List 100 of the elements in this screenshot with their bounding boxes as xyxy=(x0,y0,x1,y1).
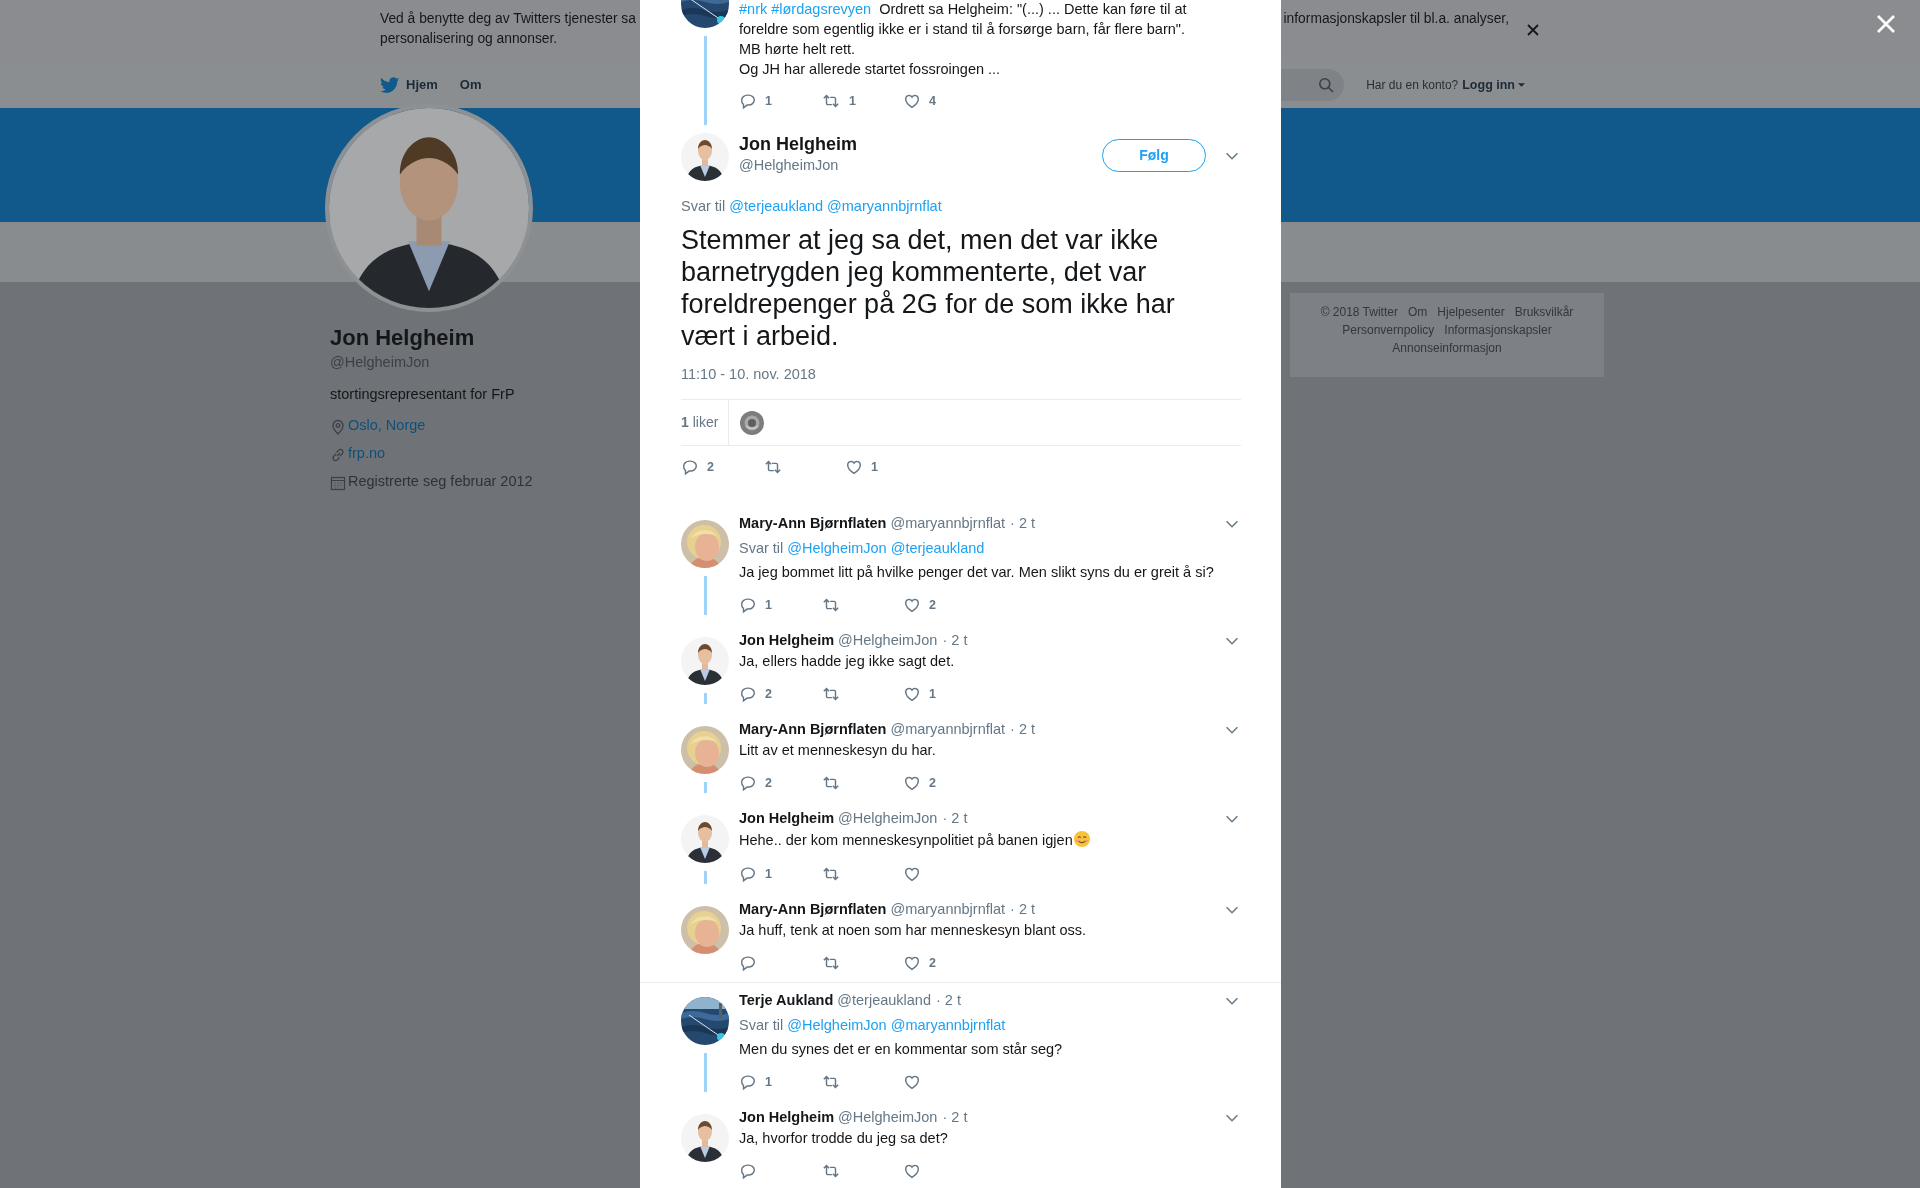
hashtag-link[interactable]: #nrk xyxy=(739,1,768,17)
heart-icon xyxy=(903,92,921,110)
like-button[interactable]: 2 xyxy=(903,595,985,615)
nav-link[interactable]: Om xyxy=(459,75,482,95)
author-handle: @maryannbjrnflat xyxy=(890,900,1006,920)
mention-link[interactable]: @terjeaukland xyxy=(729,196,824,216)
author-name[interactable]: Mary-Ann Bjørnflaten xyxy=(739,719,887,741)
retweet-icon xyxy=(821,92,841,110)
retweet-button[interactable]: 1 xyxy=(821,91,903,111)
author-name[interactable]: Jon Helgheim xyxy=(739,808,835,830)
search-icon xyxy=(1318,77,1335,93)
author-name[interactable]: Mary-Ann Bjørnflaten xyxy=(739,513,887,535)
author-handle: @HelgheimJon xyxy=(739,156,840,175)
thread-line xyxy=(703,576,707,615)
hashtag-link[interactable]: #lørdagsrevyen xyxy=(771,1,872,17)
author-handle: @HelgheimJon xyxy=(838,631,938,651)
author-name[interactable]: Jon Helgheim xyxy=(739,630,835,652)
caret-icon xyxy=(1518,83,1525,87)
retweet-icon xyxy=(821,685,841,703)
author-name[interactable]: Jon Helgheim xyxy=(739,133,858,155)
like-button[interactable]: 1 xyxy=(903,684,985,704)
tweet-text: Stemmer at jeg sa det, men det var ikke barnetrygden jeg kommenterte, det var foreldrepenger på 2G for de som ikke har vært i arbeid. xyxy=(681,224,1176,352)
link-icon xyxy=(330,447,346,463)
heart-icon xyxy=(903,954,921,972)
tweet-time[interactable]: · 2 t xyxy=(942,808,968,830)
like-button[interactable]: 2 xyxy=(903,953,985,973)
cookie-notice-text: informasjonskapsler til bl.a. analyser, xyxy=(1283,10,1509,28)
footer-link[interactable]: Om xyxy=(1407,303,1428,321)
reply-to-label: Svar til xyxy=(681,197,726,216)
author-handle: @HelgheimJon xyxy=(838,1108,938,1128)
tweet-text: #nrk #lørdagsrevyen Ordrett sa Helgheim: "(...) ... Dette kan føre til at foreldre som egentlig ikke er i stand til å forsørge barn, får flere barn". MB hørte helt rett. Og JH har allerede startet fossroingen ... xyxy=(739,0,1188,79)
footer-link[interactable]: Hjelpesenter xyxy=(1437,303,1505,321)
reply-to-label: Svar til xyxy=(739,539,784,558)
nav-link[interactable]: Hjem xyxy=(380,75,438,95)
tweet-time[interactable]: · 2 t xyxy=(1010,899,1036,921)
heart-icon xyxy=(903,1073,921,1091)
author-handle: @HelgheimJon xyxy=(838,809,938,829)
tweet-text: Ja, ellers hadde jeg ikke sagt det. xyxy=(739,652,956,671)
reply-button[interactable]: 2 xyxy=(681,457,763,477)
reply-icon xyxy=(739,774,757,792)
tweet-timestamp: 11:10 - 10. nov. 2018 xyxy=(681,365,817,384)
author-name[interactable]: Mary-Ann Bjørnflaten xyxy=(739,899,887,921)
footer-link[interactable]: Annonseinformasjon xyxy=(1392,339,1502,357)
tweet-time[interactable]: · 2 t xyxy=(1010,513,1036,535)
cookie-notice-text: Ved å benytte deg av Twitters tjenester sa xyxy=(380,10,636,28)
mention-link[interactable]: @HelgheimJon xyxy=(787,1015,887,1035)
author-name[interactable]: Jon Helgheim xyxy=(739,1107,835,1129)
close-button[interactable] xyxy=(1876,14,1896,34)
reply-icon xyxy=(681,458,699,476)
reply-button[interactable]: 1 xyxy=(739,1072,821,1092)
reply-icon xyxy=(739,865,757,883)
login-link[interactable]: Logg inn xyxy=(1462,75,1525,95)
reply-button[interactable]: 1 xyxy=(739,595,821,615)
profile-bio: stortingsrepresentant for FrP xyxy=(330,385,516,404)
retweet-icon xyxy=(821,865,841,883)
tweet-time[interactable]: · 2 t xyxy=(942,1107,968,1129)
tweet-text: Hehe.. der kom menneskesynpolitiet på banen igjen xyxy=(739,829,1241,851)
reply-icon xyxy=(739,596,757,614)
reply-button[interactable]: 1 xyxy=(739,864,821,884)
footer-link[interactable]: Informasjonskapsler xyxy=(1444,321,1552,339)
close-icon[interactable] xyxy=(1527,24,1539,36)
tweet-time[interactable]: · 2 t xyxy=(936,990,961,1012)
heart-icon xyxy=(845,458,863,476)
reply-button[interactable]: 1 xyxy=(739,91,821,111)
retweet-icon xyxy=(821,774,841,792)
mention-link[interactable]: @HelgheimJon xyxy=(787,538,887,558)
reply-button[interactable]: 2 xyxy=(739,684,821,704)
reply-icon xyxy=(739,1073,757,1091)
tweet-text: Ja, hvorfor trodde du jeg sa det? xyxy=(739,1129,949,1148)
heart-icon xyxy=(903,685,921,703)
retweet-icon xyxy=(821,954,841,972)
footer-link[interactable]: Bruksvilkår xyxy=(1514,303,1574,321)
like-button[interactable]: 2 xyxy=(903,773,985,793)
reply-icon xyxy=(739,92,757,110)
footer-link[interactable]: Personvernpolicy xyxy=(1342,321,1435,339)
heart-icon xyxy=(903,865,921,883)
mention-link[interactable]: @maryannbjrnflat xyxy=(890,1015,1006,1035)
retweet-icon xyxy=(821,596,841,614)
reply-button[interactable]: 2 xyxy=(739,773,821,793)
author-name[interactable]: Terje Aukland xyxy=(739,990,834,1012)
like-button[interactable]: 4 xyxy=(903,91,985,111)
mention-link[interactable]: @terjeaukland xyxy=(890,538,985,558)
cookie-notice-text: personalisering og annonser. xyxy=(380,30,558,48)
mention-link[interactable]: @maryannbjrnflat xyxy=(827,196,942,216)
reply-icon xyxy=(739,1162,757,1180)
profile-name: Jon Helgheim xyxy=(330,324,476,352)
tweet-text: Ja jeg bommet litt på hvilke penger det var. Men slikt syns du er greit å si? xyxy=(739,563,1215,582)
tweet-text: Litt av et menneskesyn du har. xyxy=(739,741,937,760)
tweet-time[interactable]: · 2 t xyxy=(1010,719,1036,741)
bird-icon xyxy=(380,76,400,94)
retweet-icon xyxy=(821,1073,841,1091)
tweet-time[interactable]: · 2 t xyxy=(942,630,968,652)
calendar-icon xyxy=(330,475,346,491)
likes-summary[interactable]: 1 liker xyxy=(681,412,729,433)
heart-icon xyxy=(903,596,921,614)
like-button[interactable]: 1 xyxy=(845,457,927,477)
reply-icon xyxy=(739,685,757,703)
thread-line xyxy=(703,1053,707,1092)
retweet-icon xyxy=(763,458,783,476)
footer-link[interactable]: © 2018 Twitter xyxy=(1320,303,1398,321)
